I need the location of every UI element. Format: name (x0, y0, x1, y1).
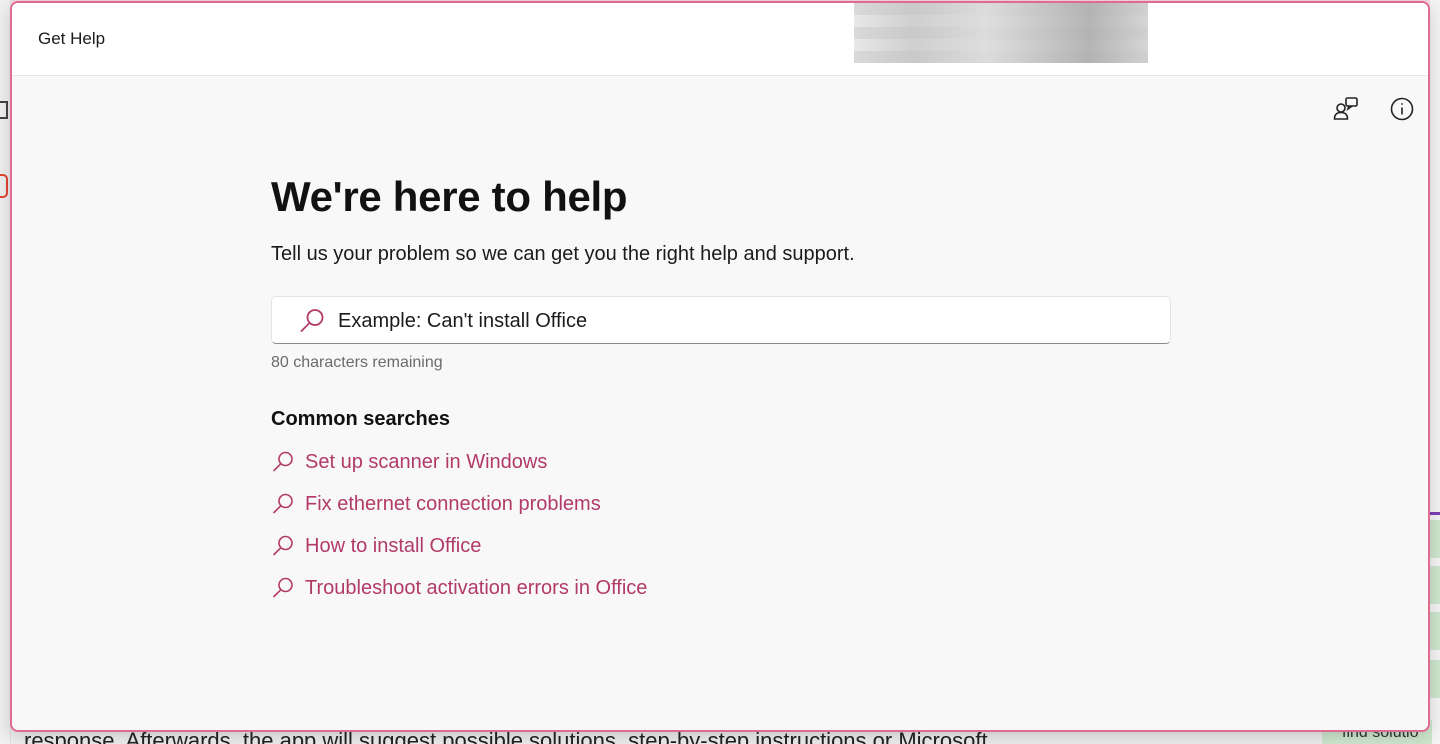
search-icon (271, 450, 295, 474)
background-highlight (1430, 660, 1440, 698)
common-search-label: Troubleshoot activation errors in Office (305, 576, 648, 599)
common-search-link[interactable]: Troubleshoot activation errors in Office (271, 567, 1171, 609)
common-search-link[interactable]: How to install Office (271, 525, 1171, 567)
page-title: We're here to help (271, 173, 628, 220)
search-icon (298, 307, 326, 340)
page-subtitle: Tell us your problem so we can get you t… (271, 243, 855, 265)
redacted-area (854, 3, 1148, 63)
common-search-label: Set up scanner in Windows (305, 450, 548, 473)
common-search-label: Fix ethernet connection problems (305, 492, 601, 515)
common-searches-list: Set up scanner in Windows Fix ethernet c… (271, 441, 1171, 609)
get-help-window: Get Help We're here to help Tell us your… (10, 1, 1430, 732)
contact-support-button[interactable] (1330, 93, 1362, 125)
common-search-link[interactable]: Fix ethernet connection problems (271, 483, 1171, 525)
search-icon (271, 576, 295, 600)
background-highlight (1430, 520, 1440, 558)
background-app-icon (0, 174, 8, 198)
common-search-link[interactable]: Set up scanner in Windows (271, 441, 1171, 483)
background-right-edge (1430, 0, 1440, 744)
info-icon (1390, 97, 1414, 121)
contact-support-icon (1333, 97, 1358, 120)
app-title: Get Help (38, 29, 106, 48)
background-accent-line (1430, 512, 1440, 515)
search-icon (271, 534, 295, 558)
background-glyph-icon (0, 101, 8, 119)
characters-remaining: 80 characters remaining (271, 354, 443, 371)
common-search-label: How to install Office (305, 534, 482, 557)
background-highlight (1430, 566, 1440, 604)
common-searches-heading: Common searches (271, 408, 450, 430)
search-input[interactable] (336, 305, 1140, 337)
help-content: We're here to help Tell us your problem … (271, 173, 1171, 625)
search-box[interactable] (271, 296, 1171, 344)
info-button[interactable] (1386, 93, 1418, 125)
search-icon (271, 492, 295, 516)
title-bar[interactable]: Get Help (12, 3, 1428, 76)
background-highlight (1430, 612, 1440, 650)
